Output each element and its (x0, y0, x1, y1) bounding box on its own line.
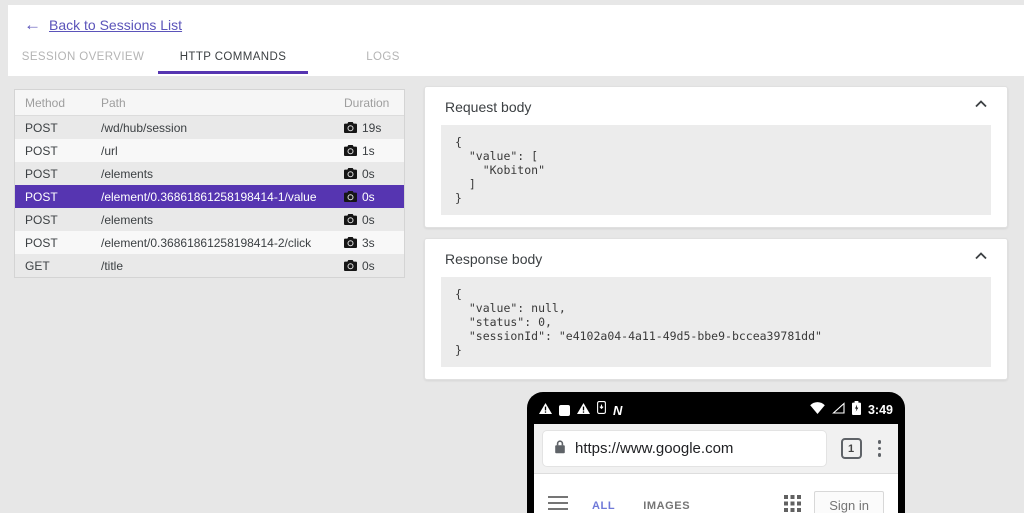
status-bar-clock: 3:49 (868, 403, 893, 417)
path-cell: /element/0.36861861258198414-2/click (101, 236, 344, 250)
tab-logs[interactable]: LOGS (308, 41, 458, 74)
duration-value: 1s (362, 144, 375, 158)
browser-toolbar: https://www.google.com 1 (534, 424, 898, 474)
camera-icon (344, 260, 357, 271)
wifi-icon (810, 401, 825, 419)
column-header-duration: Duration (344, 96, 404, 110)
path-cell: /elements (101, 213, 344, 227)
duration-value: 0s (362, 190, 375, 204)
google-tab-all: ALL (590, 486, 617, 513)
path-cell: /wd/hub/session (101, 121, 344, 135)
duration-cell: 19s (344, 121, 404, 135)
command-row[interactable]: POST /elements 0s (15, 162, 404, 185)
warning-icon (577, 401, 590, 419)
google-header: ALL IMAGES Sign in (534, 474, 898, 513)
camera-icon (344, 237, 357, 248)
device-screenshot: N 3:49 ht (527, 392, 905, 513)
device-status-bar: N 3:49 (534, 399, 898, 424)
page-header: ← Back to Sessions List SESSION OVERVIEW… (8, 5, 1024, 76)
response-body-card: Response body { "value": null, "status":… (424, 238, 1008, 380)
path-cell: /elements (101, 167, 344, 181)
main-content: Method Path Duration POST /wd/hub/sessio… (0, 76, 1024, 513)
commands-table-body: POST /wd/hub/session 19s POST /url 1s PO… (15, 116, 404, 277)
http-commands-table: Method Path Duration POST /wd/hub/sessio… (14, 89, 405, 278)
response-body-title: Response body (425, 239, 1007, 275)
path-cell: /element/0.36861861258198414-1/value (101, 190, 344, 204)
command-row[interactable]: POST /wd/hub/session 19s (15, 116, 404, 139)
url-bar: https://www.google.com (543, 431, 826, 466)
duration-value: 0s (362, 167, 375, 181)
method-cell: POST (15, 167, 101, 181)
camera-icon (344, 191, 357, 202)
method-cell: POST (15, 121, 101, 135)
google-result-tabs: ALL IMAGES (590, 486, 692, 513)
command-row[interactable]: POST /url 1s (15, 139, 404, 162)
device-screen: https://www.google.com 1 ALL IMAGES (534, 424, 898, 513)
camera-icon (344, 122, 357, 133)
path-cell: /url (101, 144, 344, 158)
path-cell: /title (101, 259, 344, 273)
duration-cell: 0s (344, 213, 404, 227)
camera-icon (344, 145, 357, 156)
request-body-title: Request body (425, 87, 1007, 123)
cell-signal-icon (832, 401, 845, 419)
response-body-code: { "value": null, "status": 0, "sessionId… (455, 287, 977, 357)
request-body-code-block: { "value": [ "Kobiton" ] } (441, 125, 991, 215)
table-header-row: Method Path Duration (15, 90, 404, 116)
duration-value: 19s (362, 121, 381, 135)
duration-value: 0s (362, 259, 375, 273)
nfc-icon: N (613, 403, 621, 418)
response-body-code-block: { "value": null, "status": 0, "sessionId… (441, 277, 991, 367)
back-link-label: Back to Sessions List (49, 17, 182, 33)
method-cell: POST (15, 236, 101, 250)
url-text: https://www.google.com (575, 440, 733, 457)
google-sign-in-button: Sign in (814, 491, 884, 513)
duration-cell: 3s (344, 236, 404, 250)
battery-icon (852, 401, 861, 420)
warning-icon (539, 401, 552, 419)
tab-http-commands[interactable]: HTTP COMMANDS (158, 41, 308, 74)
duration-value: 0s (362, 213, 375, 227)
method-cell: GET (15, 259, 101, 273)
google-tab-images: IMAGES (641, 486, 692, 513)
duration-cell: 1s (344, 144, 404, 158)
command-row[interactable]: GET /title 0s (15, 254, 404, 277)
request-body-card: Request body { "value": [ "Kobiton" ] } (424, 86, 1008, 228)
request-body-code: { "value": [ "Kobiton" ] } (455, 135, 977, 205)
tab-session-overview[interactable]: SESSION OVERVIEW (8, 41, 158, 74)
command-row[interactable]: POST /elements 0s (15, 208, 404, 231)
column-header-method: Method (15, 96, 101, 110)
collapse-request-chevron-icon[interactable] (975, 100, 987, 108)
method-cell: POST (15, 213, 101, 227)
duration-cell: 0s (344, 259, 404, 273)
back-arrow-icon: ← (24, 15, 41, 35)
method-cell: POST (15, 144, 101, 158)
camera-icon (344, 168, 357, 179)
camera-icon (344, 214, 357, 225)
tab-counter: 1 (841, 438, 862, 459)
back-to-sessions-link[interactable]: ← Back to Sessions List (24, 15, 182, 35)
duration-value: 3s (362, 236, 375, 250)
usb-debugging-icon (597, 401, 606, 419)
method-cell: POST (15, 190, 101, 204)
session-tabs: SESSION OVERVIEW HTTP COMMANDS LOGS (8, 41, 1024, 74)
duration-cell: 0s (344, 167, 404, 181)
command-detail-panel: Request body { "value": [ "Kobiton" ] } … (424, 86, 1008, 513)
command-row[interactable]: POST /element/0.36861861258198414-2/clic… (15, 231, 404, 254)
hamburger-menu-icon (548, 496, 568, 513)
screenshot-square-icon (559, 405, 570, 416)
apps-grid-icon (784, 495, 801, 513)
collapse-response-chevron-icon[interactable] (975, 252, 987, 260)
browser-menu-icon (876, 438, 884, 459)
command-row[interactable]: POST /element/0.36861861258198414-1/valu… (15, 185, 404, 208)
duration-cell: 0s (344, 190, 404, 204)
lock-icon (554, 439, 566, 459)
column-header-path: Path (101, 96, 344, 110)
